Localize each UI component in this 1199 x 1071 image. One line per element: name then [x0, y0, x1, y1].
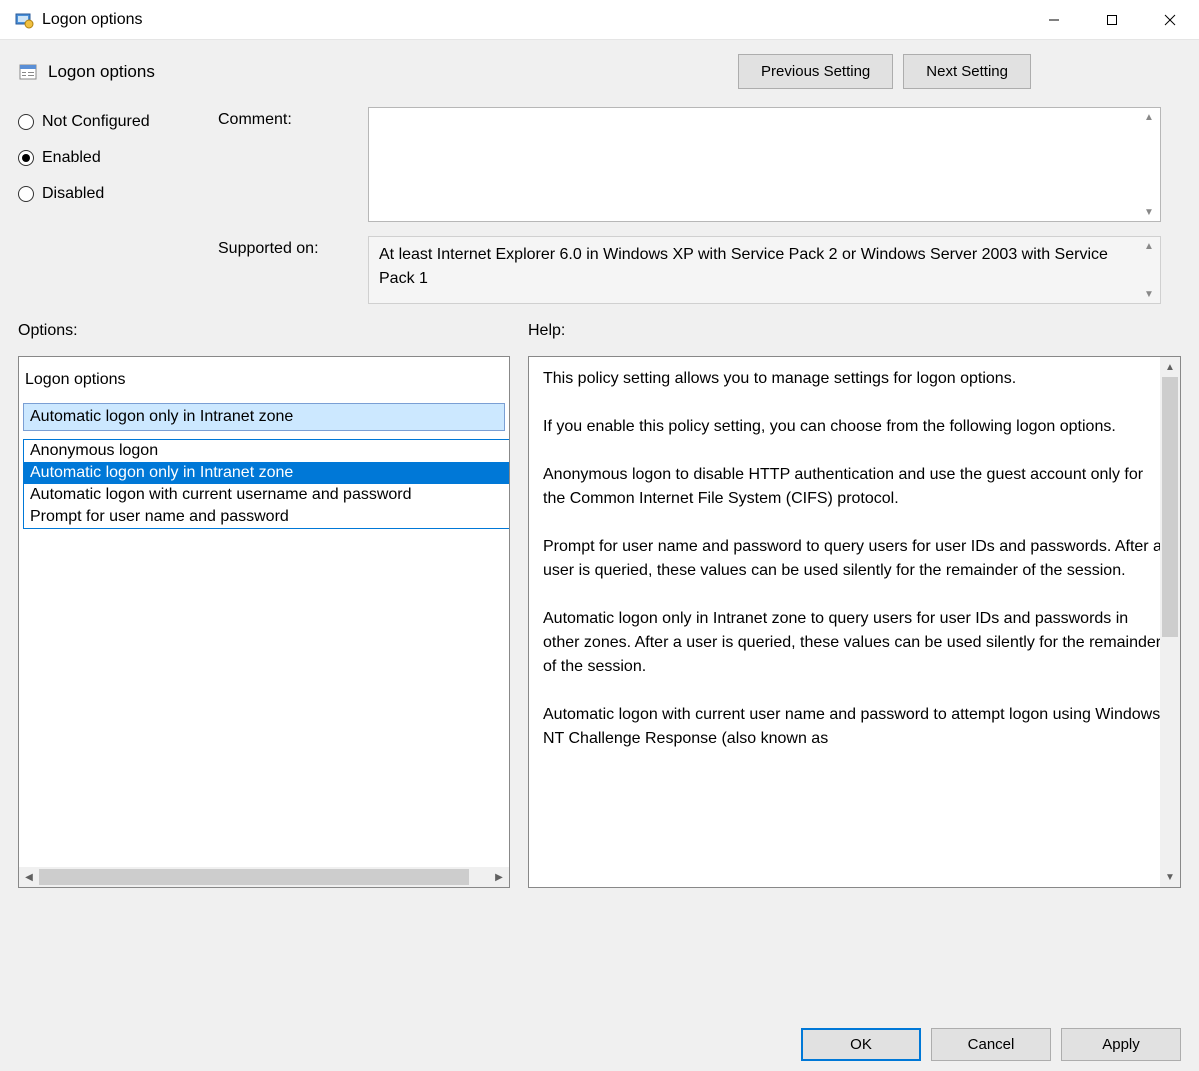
- radio-label: Disabled: [42, 185, 104, 203]
- scroll-down-icon[interactable]: ▼: [1160, 867, 1180, 887]
- dropdown-option-prompt[interactable]: Prompt for user name and password: [24, 506, 510, 528]
- scroll-up-icon: ▲: [1142, 239, 1156, 253]
- titlebar: Logon options: [0, 0, 1199, 40]
- scroll-thumb[interactable]: [39, 869, 469, 885]
- horizontal-scrollbar[interactable]: ◀ ▶: [19, 867, 509, 887]
- comment-textarea[interactable]: ▲ ▼: [368, 107, 1161, 222]
- scroll-up-icon[interactable]: ▲: [1160, 357, 1180, 377]
- vertical-scrollbar[interactable]: ▲ ▼: [1160, 357, 1180, 887]
- minimize-button[interactable]: [1025, 0, 1083, 40]
- logon-options-dropdown[interactable]: Automatic logon only in Intranet zone: [23, 403, 505, 431]
- radio-not-configured[interactable]: Not Configured: [18, 113, 218, 131]
- dropdown-option-anonymous[interactable]: Anonymous logon: [24, 440, 510, 462]
- previous-setting-button[interactable]: Previous Setting: [738, 54, 893, 89]
- ok-button[interactable]: OK: [801, 1028, 921, 1061]
- radio-icon: [18, 150, 34, 166]
- supported-on-value: At least Internet Explorer 6.0 in Window…: [379, 246, 1108, 287]
- close-button[interactable]: [1141, 0, 1199, 40]
- comment-label: Comment:: [218, 107, 368, 129]
- scroll-down-icon[interactable]: ▼: [1142, 205, 1156, 219]
- options-heading: Logon options: [23, 367, 505, 403]
- scroll-down-icon: ▼: [1142, 287, 1156, 301]
- next-setting-button[interactable]: Next Setting: [903, 54, 1031, 89]
- scroll-up-icon[interactable]: ▲: [1142, 110, 1156, 124]
- dropdown-option-current-credentials[interactable]: Automatic logon with current username an…: [24, 484, 510, 506]
- radio-icon: [18, 114, 34, 130]
- scroll-right-icon[interactable]: ▶: [489, 867, 509, 887]
- policy-title: Logon options: [48, 62, 738, 82]
- cancel-button[interactable]: Cancel: [931, 1028, 1051, 1061]
- options-section-label: Options:: [18, 322, 528, 340]
- help-pane: This policy setting allows you to manage…: [528, 356, 1181, 888]
- radio-enabled[interactable]: Enabled: [18, 149, 218, 167]
- dropdown-list: Anonymous logon Automatic logon only in …: [23, 439, 510, 529]
- help-text: This policy setting allows you to manage…: [529, 357, 1180, 887]
- supported-on-text: At least Internet Explorer 6.0 in Window…: [368, 236, 1161, 304]
- radio-label: Enabled: [42, 149, 101, 167]
- maximize-button[interactable]: [1083, 0, 1141, 40]
- radio-disabled[interactable]: Disabled: [18, 185, 218, 203]
- policy-icon: [18, 62, 38, 82]
- scroll-thumb[interactable]: [1162, 377, 1178, 637]
- scroll-left-icon[interactable]: ◀: [19, 867, 39, 887]
- radio-label: Not Configured: [42, 113, 150, 131]
- options-pane: Logon options Automatic logon only in In…: [18, 356, 510, 888]
- apply-button[interactable]: Apply: [1061, 1028, 1181, 1061]
- app-icon: [14, 10, 34, 30]
- dropdown-option-intranet[interactable]: Automatic logon only in Intranet zone: [24, 462, 510, 484]
- radio-icon: [18, 186, 34, 202]
- supported-on-label: Supported on:: [218, 236, 368, 258]
- window-title: Logon options: [42, 11, 1025, 29]
- help-section-label: Help:: [528, 322, 565, 340]
